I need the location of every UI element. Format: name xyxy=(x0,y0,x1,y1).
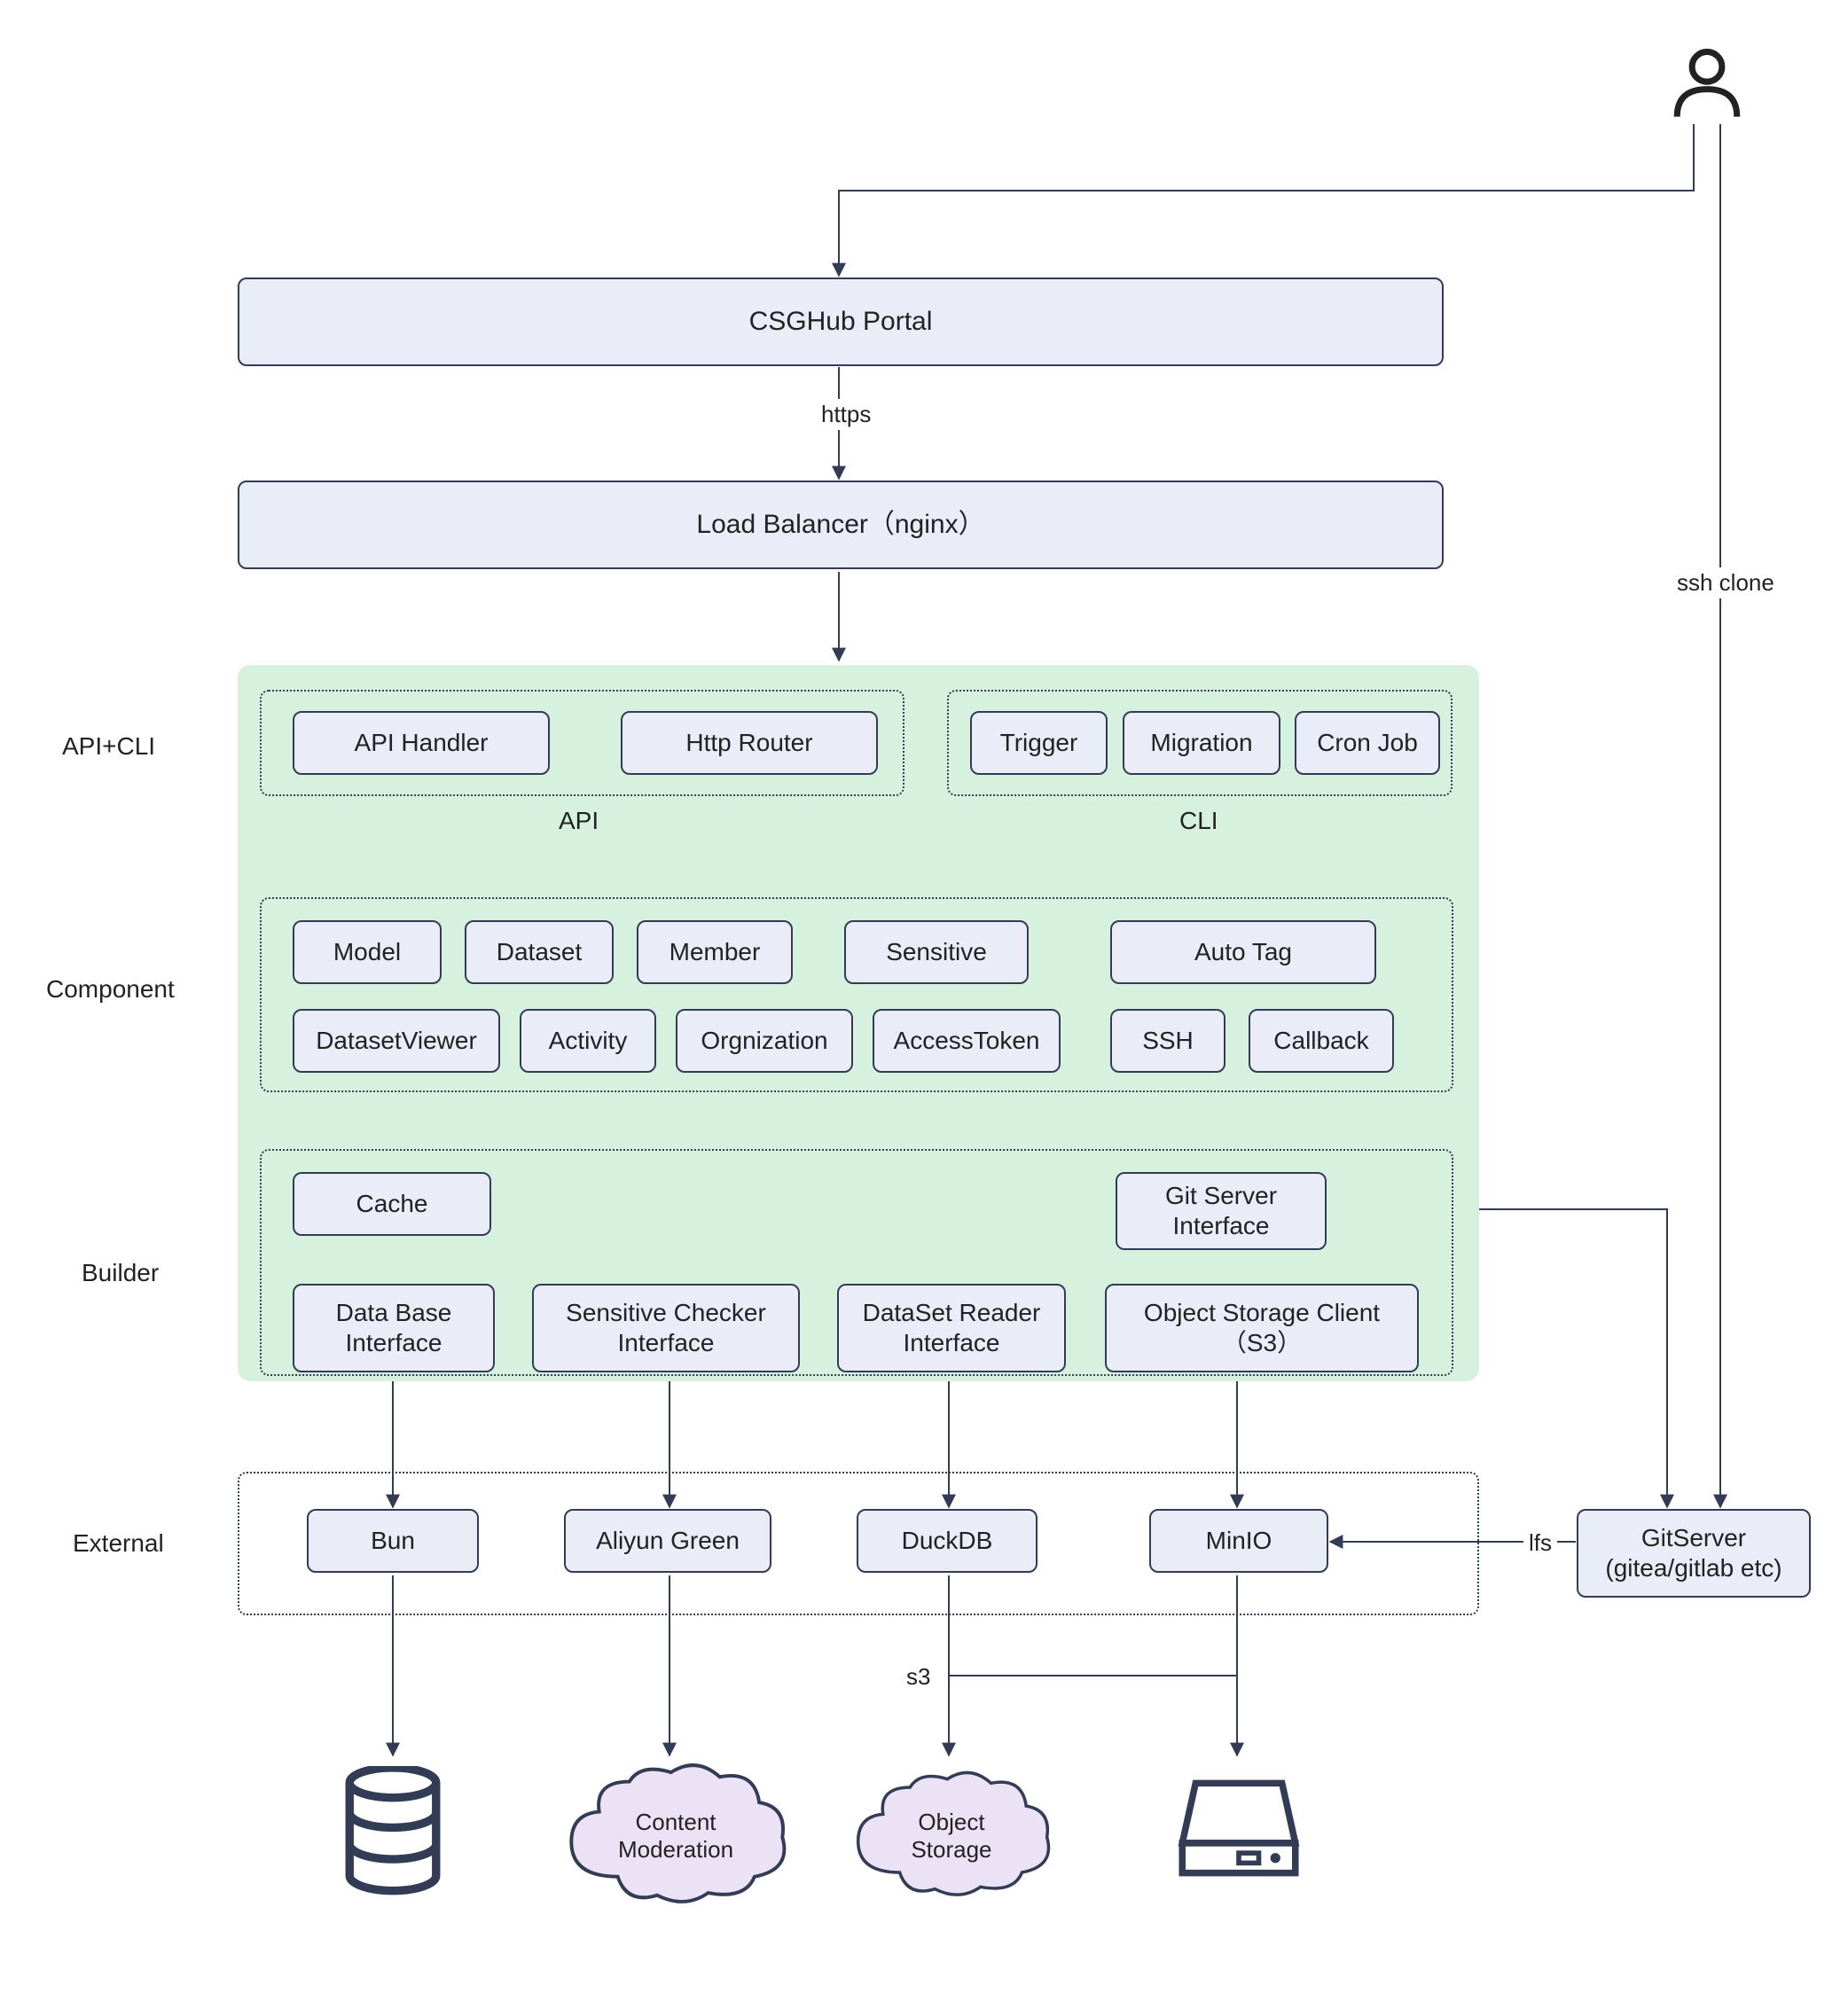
model-box: Model xyxy=(293,920,442,984)
gitserver-label: GitServer (gitea/gitlab etc) xyxy=(1605,1523,1781,1583)
row-label-external: External xyxy=(73,1529,164,1558)
sensitive-checker-label: Sensitive Checker Interface xyxy=(566,1298,766,1357)
sensitive-label: Sensitive xyxy=(886,937,987,967)
callback-box: Callback xyxy=(1249,1009,1394,1073)
callback-label: Callback xyxy=(1273,1026,1368,1056)
trigger-label: Trigger xyxy=(1000,728,1078,758)
access-token-label: AccessToken xyxy=(894,1026,1040,1056)
activity-label: Activity xyxy=(549,1026,628,1056)
user-icon xyxy=(1667,44,1747,124)
api-caption: API xyxy=(559,807,599,835)
csghub-portal-label: CSGHub Portal xyxy=(749,306,933,338)
load-balancer-box: Load Balancer（nginx） xyxy=(238,481,1444,569)
dataset-box: Dataset xyxy=(465,920,614,984)
disk-icon xyxy=(1172,1766,1305,1890)
row-label-api-cli: API+CLI xyxy=(62,732,155,761)
cron-job-box: Cron Job xyxy=(1295,711,1440,775)
cache-label: Cache xyxy=(356,1189,428,1219)
bun-box: Bun xyxy=(307,1509,479,1573)
auto-tag-box: Auto Tag xyxy=(1110,920,1376,984)
git-server-interface-label: Git Server Interface xyxy=(1165,1181,1277,1240)
http-router-label: Http Router xyxy=(685,728,812,758)
dataset-viewer-box: DatasetViewer xyxy=(293,1009,500,1073)
auto-tag-label: Auto Tag xyxy=(1194,937,1292,967)
sensitive-box: Sensitive xyxy=(844,920,1029,984)
member-label: Member xyxy=(670,937,761,967)
orgnization-box: Orgnization xyxy=(676,1009,853,1073)
ssh-box: SSH xyxy=(1110,1009,1225,1073)
duckdb-box: DuckDB xyxy=(857,1509,1038,1573)
access-token-box: AccessToken xyxy=(873,1009,1061,1073)
http-router-box: Http Router xyxy=(621,711,878,775)
model-label: Model xyxy=(333,937,401,967)
object-storage-cloud: Object Storage xyxy=(848,1761,1055,1911)
member-box: Member xyxy=(637,920,793,984)
row-label-builder: Builder xyxy=(82,1259,159,1287)
csghub-portal-box: CSGHub Portal xyxy=(238,277,1444,366)
minio-box: MinIO xyxy=(1149,1509,1328,1573)
content-moderation-label: Content Moderation xyxy=(618,1809,733,1864)
ssh-label: SSH xyxy=(1142,1026,1194,1056)
dataset-label: Dataset xyxy=(497,937,583,967)
https-edge-label: https xyxy=(816,399,876,430)
migration-label: Migration xyxy=(1150,728,1252,758)
cli-caption: CLI xyxy=(1179,807,1218,835)
git-server-interface-box: Git Server Interface xyxy=(1116,1172,1327,1250)
bun-label: Bun xyxy=(371,1526,415,1556)
db-interface-label: Data Base Interface xyxy=(336,1298,452,1357)
row-label-component: Component xyxy=(46,975,175,1004)
trigger-box: Trigger xyxy=(970,711,1108,775)
activity-box: Activity xyxy=(520,1009,656,1073)
gitserver-box: GitServer (gitea/gitlab etc) xyxy=(1577,1509,1811,1598)
ssh-clone-edge-label: ssh clone xyxy=(1672,567,1780,598)
object-storage-client-label: Object Storage Client （S3） xyxy=(1144,1298,1380,1357)
orgnization-label: Orgnization xyxy=(701,1026,827,1056)
aliyun-green-label: Aliyun Green xyxy=(596,1526,740,1556)
database-icon xyxy=(335,1766,450,1899)
dataset-reader-label: DataSet Reader Interface xyxy=(863,1298,1041,1357)
cron-job-label: Cron Job xyxy=(1317,728,1418,758)
lfs-edge-label: lfs xyxy=(1523,1528,1557,1559)
object-storage-label: Object Storage xyxy=(911,1809,991,1864)
api-handler-label: API Handler xyxy=(355,728,489,758)
api-handler-box: API Handler xyxy=(293,711,550,775)
aliyun-green-box: Aliyun Green xyxy=(564,1509,771,1573)
sensitive-checker-box: Sensitive Checker Interface xyxy=(532,1284,800,1372)
s3-edge-label: s3 xyxy=(901,1661,936,1692)
minio-label: MinIO xyxy=(1206,1526,1272,1556)
duckdb-label: DuckDB xyxy=(902,1526,993,1556)
db-interface-box: Data Base Interface xyxy=(293,1284,495,1372)
cache-box: Cache xyxy=(293,1172,491,1236)
load-balancer-label: Load Balancer（nginx） xyxy=(696,509,984,541)
dataset-viewer-label: DatasetViewer xyxy=(316,1026,477,1056)
migration-box: Migration xyxy=(1123,711,1280,775)
dataset-reader-box: DataSet Reader Interface xyxy=(837,1284,1066,1372)
content-moderation-cloud: Content Moderation xyxy=(559,1761,793,1911)
object-storage-client-box: Object Storage Client （S3） xyxy=(1105,1284,1419,1372)
